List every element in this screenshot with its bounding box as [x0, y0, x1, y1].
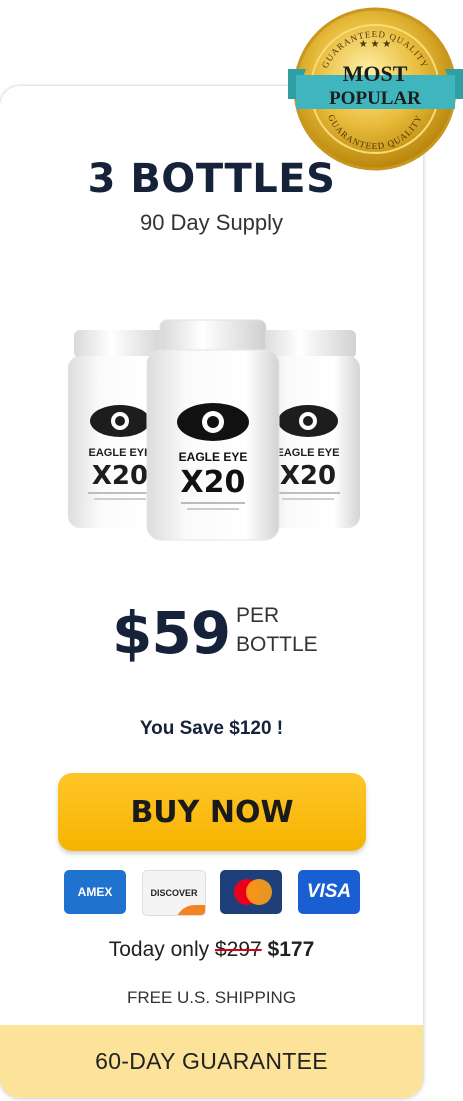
badge-most: MOST [343, 61, 408, 86]
offer-card: 3 BOTTLES 90 Day Supply EAGLE EYE X20 EA… [0, 86, 423, 1098]
payment-methods: AMEX DISCOVER VISA [64, 870, 364, 916]
discover-icon: DISCOVER [142, 870, 206, 916]
guarantee-band: 60-DAY GUARANTEE [0, 1025, 423, 1098]
visa-icon: VISA [298, 870, 360, 914]
svg-text:X20: X20 [92, 461, 148, 491]
most-popular-badge: GUARANTEED QUALITY GUARANTEED QUALITY ★ … [288, 7, 463, 171]
svg-text:EAGLE EYE: EAGLE EYE [89, 447, 152, 459]
sale-price: $177 [267, 938, 315, 961]
price-per-bottle: $59 [112, 599, 231, 667]
svg-text:X20: X20 [181, 465, 246, 500]
svg-text:X20: X20 [280, 461, 336, 491]
buy-now-button[interactable]: BUY NOW [58, 773, 366, 851]
svg-text:EAGLE EYE: EAGLE EYE [179, 450, 248, 464]
product-bottles-image: EAGLE EYE X20 EAGLE EYE X20 EAGLE EYE X2… [68, 319, 360, 541]
svg-text:EAGLE EYE: EAGLE EYE [277, 447, 340, 459]
per-bottle-label: PER BOTTLE [236, 604, 318, 656]
bottle-center: EAGLE EYE X20 [146, 319, 280, 541]
original-price: $297 [214, 938, 262, 961]
amex-icon: AMEX [64, 870, 126, 914]
today-only-pricing: Today only $297 $177 [108, 938, 315, 961]
mastercard-icon [220, 870, 282, 914]
offer-subtitle: 90 Day Supply [139, 210, 284, 235]
shipping-note: FREE U.S. SHIPPING [126, 988, 297, 1007]
badge-popular: POPULAR [329, 88, 421, 109]
savings-text: You Save $120 ! [139, 718, 284, 739]
svg-text:★ ★ ★: ★ ★ ★ [359, 39, 391, 50]
